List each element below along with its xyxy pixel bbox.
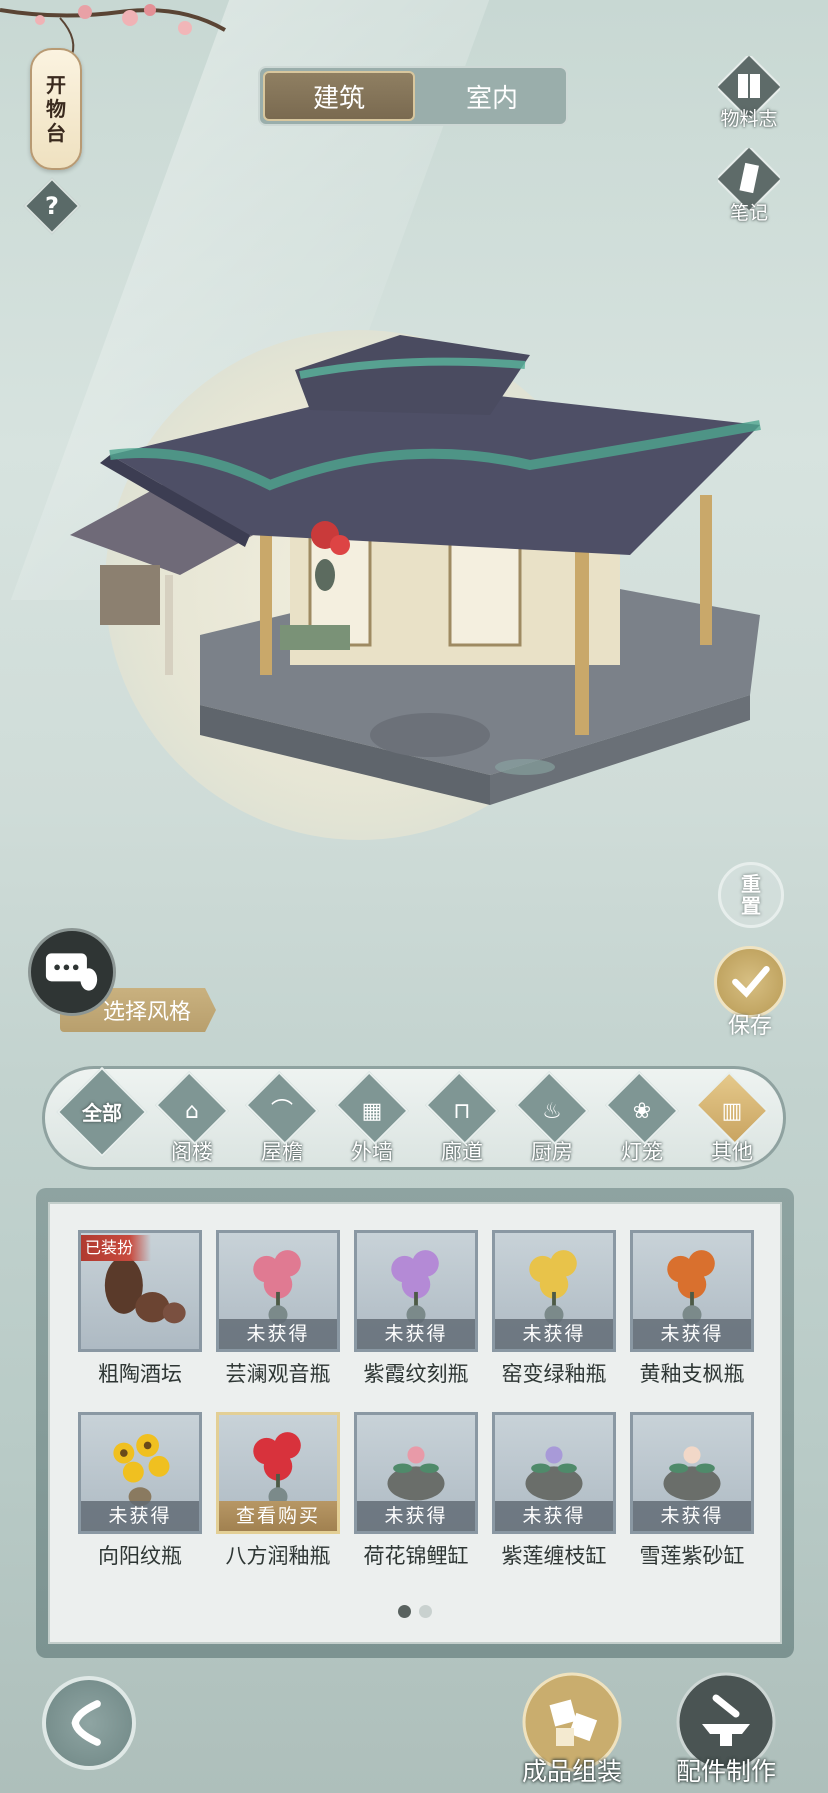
view-purchase-ribbon[interactable]: 查看购买 <box>219 1501 337 1531</box>
item-slot[interactable]: 已装扮粗陶酒坛 <box>78 1230 202 1388</box>
save-label: 保存 <box>727 1014 772 1039</box>
kaiwutai-lantern[interactable]: 开 物 台 <box>30 48 82 170</box>
chat-bubble-icon <box>45 953 98 991</box>
item-name: 芸澜观音瓶 <box>225 1362 331 1386</box>
item-card[interactable]: 未获得 <box>630 1230 754 1352</box>
category-label: 全部 <box>82 1101 122 1125</box>
item-name: 雪莲紫砂缸 <box>639 1544 745 1568</box>
tab-interior[interactable]: 室内 <box>418 68 566 124</box>
category-screen[interactable]: ▥ 其他 <box>690 1071 774 1166</box>
reset-char: 置 <box>741 894 761 918</box>
eaves-icon: ⌒ <box>270 1099 293 1124</box>
item-card[interactable]: 未获得 <box>354 1230 478 1352</box>
page-indicator <box>50 1605 780 1618</box>
lantern-char: 开 <box>46 73 66 97</box>
not-obtained-ribbon: 未获得 <box>81 1501 199 1531</box>
item-slot[interactable]: 未获得 荷花锦鲤缸 <box>354 1412 478 1570</box>
item-card[interactable]: 已装扮 <box>78 1230 202 1352</box>
category-kitchen[interactable]: ♨ 厨房 <box>510 1071 594 1166</box>
lantern-char: 台 <box>46 121 66 145</box>
item-card[interactable]: 未获得 <box>78 1412 202 1534</box>
craft-label: 配件制作 <box>675 1757 776 1786</box>
not-obtained-ribbon: 未获得 <box>633 1319 751 1349</box>
category-wall[interactable]: ▦ 外墙 <box>330 1071 414 1166</box>
item-name: 粗陶酒坛 <box>98 1362 182 1386</box>
items-panel: 已装扮 粗陶酒坛 未获得 芸澜观音瓶 未获得 紫霞纹刻瓶 未获得 窑变绿釉瓶 未获得 黄釉支枫瓶未… <box>36 1188 794 1658</box>
item-slot[interactable]: 未获得 雪莲紫砂缸 <box>630 1412 754 1570</box>
reset-button[interactable]: 重 置 <box>718 862 784 928</box>
item-name: 紫霞纹刻瓶 <box>363 1362 469 1386</box>
item-card[interactable]: 未获得 <box>492 1412 616 1534</box>
category-all[interactable]: 全部 <box>56 1066 148 1166</box>
item-name: 八方润釉瓶 <box>225 1544 331 1568</box>
not-obtained-ribbon: 未获得 <box>357 1319 475 1349</box>
not-obtained-ribbon: 未获得 <box>495 1501 613 1531</box>
item-slot[interactable]: 未获得 紫莲缠枝缸 <box>492 1412 616 1570</box>
item-slot[interactable]: 未获得 窑变绿釉瓶 <box>492 1230 616 1388</box>
not-obtained-ribbon: 未获得 <box>357 1501 475 1531</box>
equipped-badge: 已装扮 <box>81 1235 152 1261</box>
item-name: 黄釉支枫瓶 <box>639 1362 745 1386</box>
item-slot[interactable]: 未获得 芸澜观音瓶 <box>216 1230 340 1388</box>
help-icon[interactable]: ? <box>32 186 72 226</box>
item-card[interactable]: 未获得 <box>492 1230 616 1352</box>
item-card[interactable]: 未获得 <box>216 1230 340 1352</box>
item-name: 向阳纹瓶 <box>98 1544 182 1568</box>
item-card[interactable]: 未获得 <box>354 1412 478 1534</box>
chat-button[interactable] <box>28 928 116 1016</box>
notes-label: 笔记 <box>729 202 768 224</box>
items-grid: 已装扮 粗陶酒坛 未获得 芸澜观音瓶 未获得 紫霞纹刻瓶 未获得 窑变绿釉瓶 未获得 黄釉支枫瓶未… <box>48 1202 782 1644</box>
item-slot[interactable]: 未获得 紫霞纹刻瓶 <box>354 1230 478 1388</box>
item-name: 窑变绿釉瓶 <box>501 1362 607 1386</box>
assemble-label: 成品组装 <box>521 1757 622 1786</box>
not-obtained-ribbon: 未获得 <box>495 1319 613 1349</box>
tab-building[interactable]: 建筑 <box>263 71 415 121</box>
reset-char: 重 <box>741 872 761 896</box>
item-card[interactable]: 查看购买 <box>216 1412 340 1534</box>
category-pavilion[interactable]: ⌂ 阁楼 <box>150 1071 234 1166</box>
back-button[interactable] <box>42 1676 136 1770</box>
back-arrow-icon <box>71 1700 101 1746</box>
catalog-label: 物料志 <box>720 108 778 130</box>
lantern-char: 物 <box>46 97 66 121</box>
mode-tabs: 建筑 室内 <box>258 66 568 126</box>
not-obtained-ribbon: 未获得 <box>219 1319 337 1349</box>
not-obtained-ribbon: 未获得 <box>633 1501 751 1531</box>
pavilion-icon: ⌂ <box>185 1099 199 1124</box>
item-slot[interactable]: 未获得 黄釉支枫瓶 <box>630 1230 754 1388</box>
house-model[interactable] <box>70 335 810 805</box>
lantern-icon: ❀ <box>632 1099 652 1124</box>
item-name: 荷花锦鲤缸 <box>363 1544 469 1568</box>
page-dot-active[interactable] <box>398 1605 411 1618</box>
item-slot[interactable]: 未获得 向阳纹瓶 <box>78 1412 202 1570</box>
item-card[interactable]: 未获得 <box>630 1412 754 1534</box>
category-eaves[interactable]: ⌒ 屋檐 <box>240 1071 324 1166</box>
choose-style-label: 选择风格 <box>102 1000 191 1025</box>
kitchen-icon: ♨ <box>542 1099 562 1124</box>
item-name: 紫莲缠枝缸 <box>501 1544 607 1568</box>
wall-icon: ▦ <box>361 1099 383 1124</box>
category-corridor[interactable]: ⊓ 廊道 <box>420 1071 504 1166</box>
category-lantern[interactable]: ❀ 灯笼 <box>600 1071 684 1166</box>
item-slot[interactable]: 查看购买 八方润釉瓶 <box>216 1412 340 1570</box>
corridor-icon: ⊓ <box>453 1099 471 1124</box>
screen-icon: ▥ <box>721 1099 743 1124</box>
page-dot[interactable] <box>419 1605 432 1618</box>
